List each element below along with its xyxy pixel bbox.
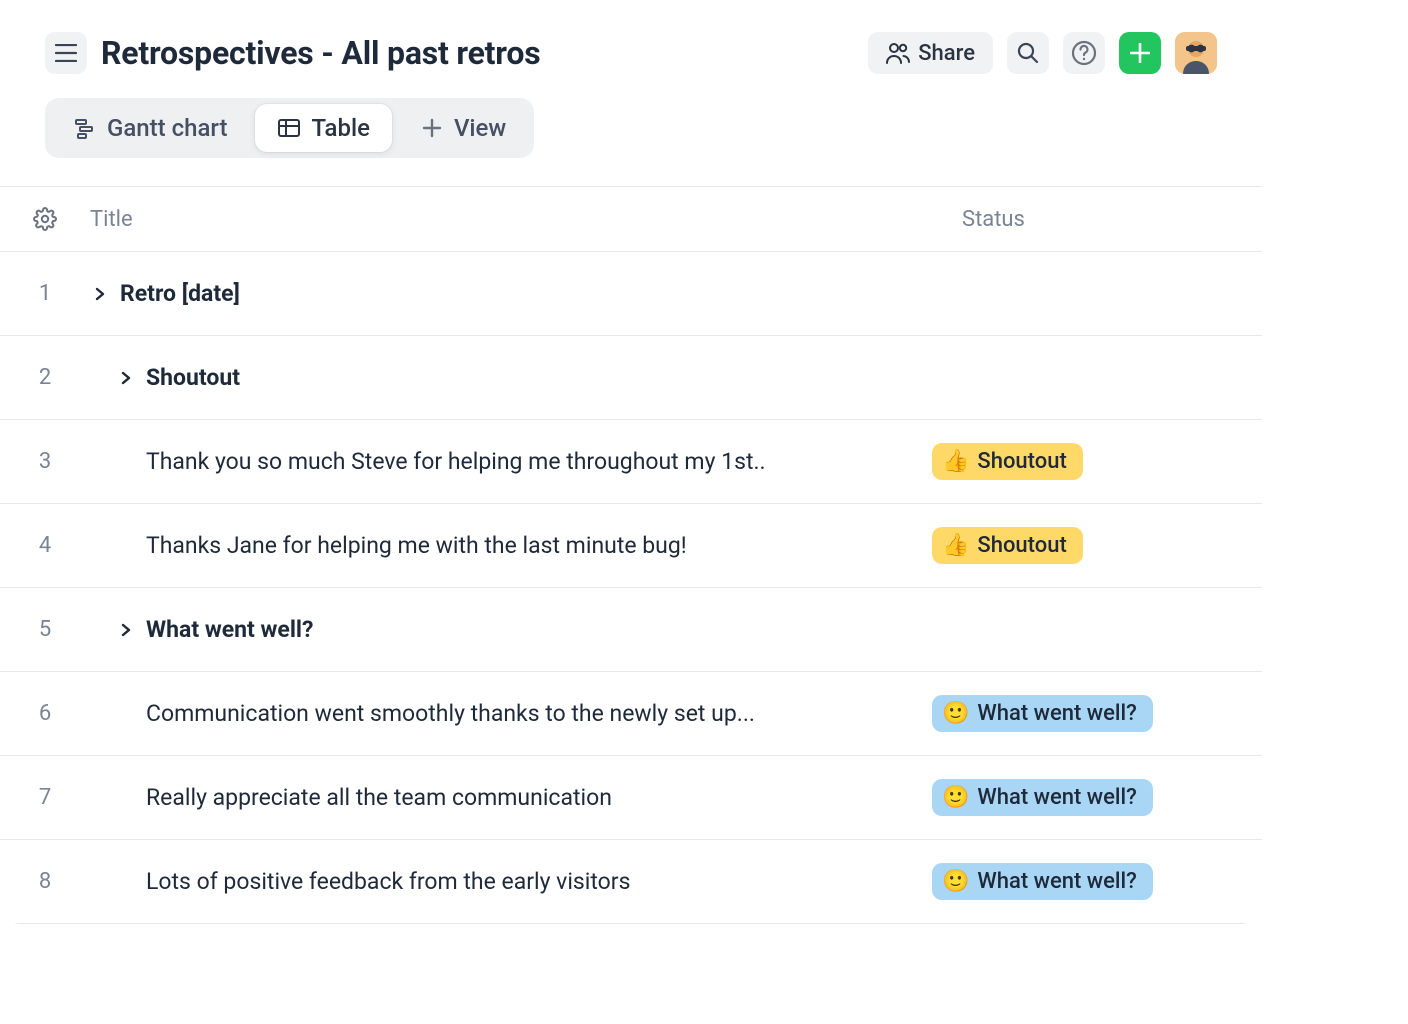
menu-button[interactable] <box>45 32 87 74</box>
table-row[interactable]: 1 Retro [date] <box>0 252 1262 336</box>
header-actions: Share <box>868 32 1217 74</box>
row-status[interactable]: 👍 Shoutout <box>932 527 1232 564</box>
avatar-icon <box>1175 32 1217 74</box>
row-title-text: What went well? <box>146 616 313 643</box>
status-label: What went well? <box>977 869 1136 894</box>
chevron-right-icon[interactable] <box>90 284 110 304</box>
row-title[interactable]: Communication went smoothly thanks to th… <box>90 700 932 727</box>
status-emoji: 👍 <box>942 535 969 557</box>
help-icon <box>1071 40 1097 66</box>
add-view-button[interactable]: View <box>398 104 528 152</box>
row-title-text: Retro [date] <box>120 280 240 307</box>
table-row[interactable]: 8 Lots of positive feedback from the earl… <box>0 840 1262 924</box>
row-status[interactable]: 🙂 What went well? <box>932 695 1232 732</box>
table-header: Title Status <box>0 186 1262 252</box>
table-body: 1 Retro [date] 2 Shoutout 3 Thank you so much… <box>0 252 1262 924</box>
row-status[interactable]: 🙂 What went well? <box>932 863 1232 900</box>
page-title: Retrospectives - All past retros <box>101 34 854 72</box>
row-number: 1 <box>0 281 90 306</box>
status-pill-well[interactable]: 🙂 What went well? <box>932 779 1153 816</box>
plus-icon <box>1130 43 1150 63</box>
row-number: 7 <box>0 785 90 810</box>
table: Title Status 1 Retro [date] 2 Shoutout 3 Than… <box>0 186 1262 924</box>
row-title[interactable]: Thanks Jane for helping me with the last… <box>90 532 932 559</box>
row-title-text: Communication went smoothly thanks to th… <box>146 700 755 727</box>
table-icon <box>277 116 301 140</box>
view-tab-group: Gantt chart Table View <box>45 98 534 158</box>
row-title[interactable]: Lots of positive feedback from the early… <box>90 868 932 895</box>
view-tabs: Gantt chart Table View <box>0 74 1262 158</box>
row-number: 5 <box>0 617 90 642</box>
row-number: 3 <box>0 449 90 474</box>
table-row[interactable]: 6 Communication went smoothly thanks to t… <box>0 672 1262 756</box>
row-status[interactable]: 🙂 What went well? <box>932 779 1232 816</box>
plus-icon <box>420 116 444 140</box>
table-row[interactable]: 4 Thanks Jane for helping me with the las… <box>0 504 1262 588</box>
status-pill-shoutout[interactable]: 👍 Shoutout <box>932 443 1083 480</box>
status-label: What went well? <box>977 701 1136 726</box>
chevron-right-icon[interactable] <box>116 620 136 640</box>
view-tab-gantt[interactable]: Gantt chart <box>51 104 249 152</box>
gantt-icon <box>73 116 97 140</box>
table-row[interactable]: 5 What went well? <box>0 588 1262 672</box>
people-icon <box>886 42 910 64</box>
row-number: 2 <box>0 365 90 390</box>
row-number: 6 <box>0 701 90 726</box>
search-icon <box>1017 42 1039 64</box>
table-row[interactable]: 2 Shoutout <box>0 336 1262 420</box>
add-view-label: View <box>454 114 506 142</box>
table-row[interactable]: 3 Thank you so much Steve for helping me … <box>0 420 1262 504</box>
add-button[interactable] <box>1119 32 1161 74</box>
row-title[interactable]: Thank you so much Steve for helping me t… <box>90 448 932 475</box>
view-tab-table-label: Table <box>311 114 369 142</box>
view-tab-gantt-label: Gantt chart <box>107 114 227 142</box>
row-number: 4 <box>0 533 90 558</box>
status-label: What went well? <box>977 785 1136 810</box>
table-settings-button[interactable] <box>0 207 90 231</box>
row-status[interactable]: 👍 Shoutout <box>932 443 1232 480</box>
help-button[interactable] <box>1063 32 1105 74</box>
row-title-text: Shoutout <box>146 364 240 391</box>
view-tab-table[interactable]: Table <box>255 104 391 152</box>
row-title-text: Really appreciate all the team communica… <box>146 784 612 811</box>
status-emoji: 🙂 <box>942 871 969 893</box>
status-pill-shoutout[interactable]: 👍 Shoutout <box>932 527 1083 564</box>
search-button[interactable] <box>1007 32 1049 74</box>
app-window: Retrospectives - All past retros Share <box>0 0 1262 924</box>
column-status[interactable]: Status <box>962 207 1262 232</box>
status-label: Shoutout <box>977 533 1066 558</box>
row-title[interactable]: Really appreciate all the team communica… <box>90 784 932 811</box>
user-avatar[interactable] <box>1175 32 1217 74</box>
hamburger-icon <box>55 44 77 62</box>
status-emoji: 🙂 <box>942 703 969 725</box>
status-emoji: 👍 <box>942 451 969 473</box>
status-pill-well[interactable]: 🙂 What went well? <box>932 695 1153 732</box>
gear-icon <box>33 207 57 231</box>
row-title-text: Lots of positive feedback from the early… <box>146 868 630 895</box>
row-number: 8 <box>0 869 90 894</box>
row-title[interactable]: Retro [date] <box>90 280 932 307</box>
row-title-text: Thank you so much Steve for helping me t… <box>146 448 766 475</box>
header: Retrospectives - All past retros Share <box>0 0 1262 74</box>
row-title[interactable]: Shoutout <box>90 364 932 391</box>
row-title[interactable]: What went well? <box>90 616 932 643</box>
status-label: Shoutout <box>977 449 1066 474</box>
chevron-right-icon[interactable] <box>116 368 136 388</box>
status-pill-well[interactable]: 🙂 What went well? <box>932 863 1153 900</box>
share-button[interactable]: Share <box>868 32 993 74</box>
table-row[interactable]: 7 Really appreciate all the team communic… <box>0 756 1262 840</box>
status-emoji: 🙂 <box>942 787 969 809</box>
share-label: Share <box>918 41 975 66</box>
row-title-text: Thanks Jane for helping me with the last… <box>146 532 687 559</box>
column-title[interactable]: Title <box>90 207 962 232</box>
